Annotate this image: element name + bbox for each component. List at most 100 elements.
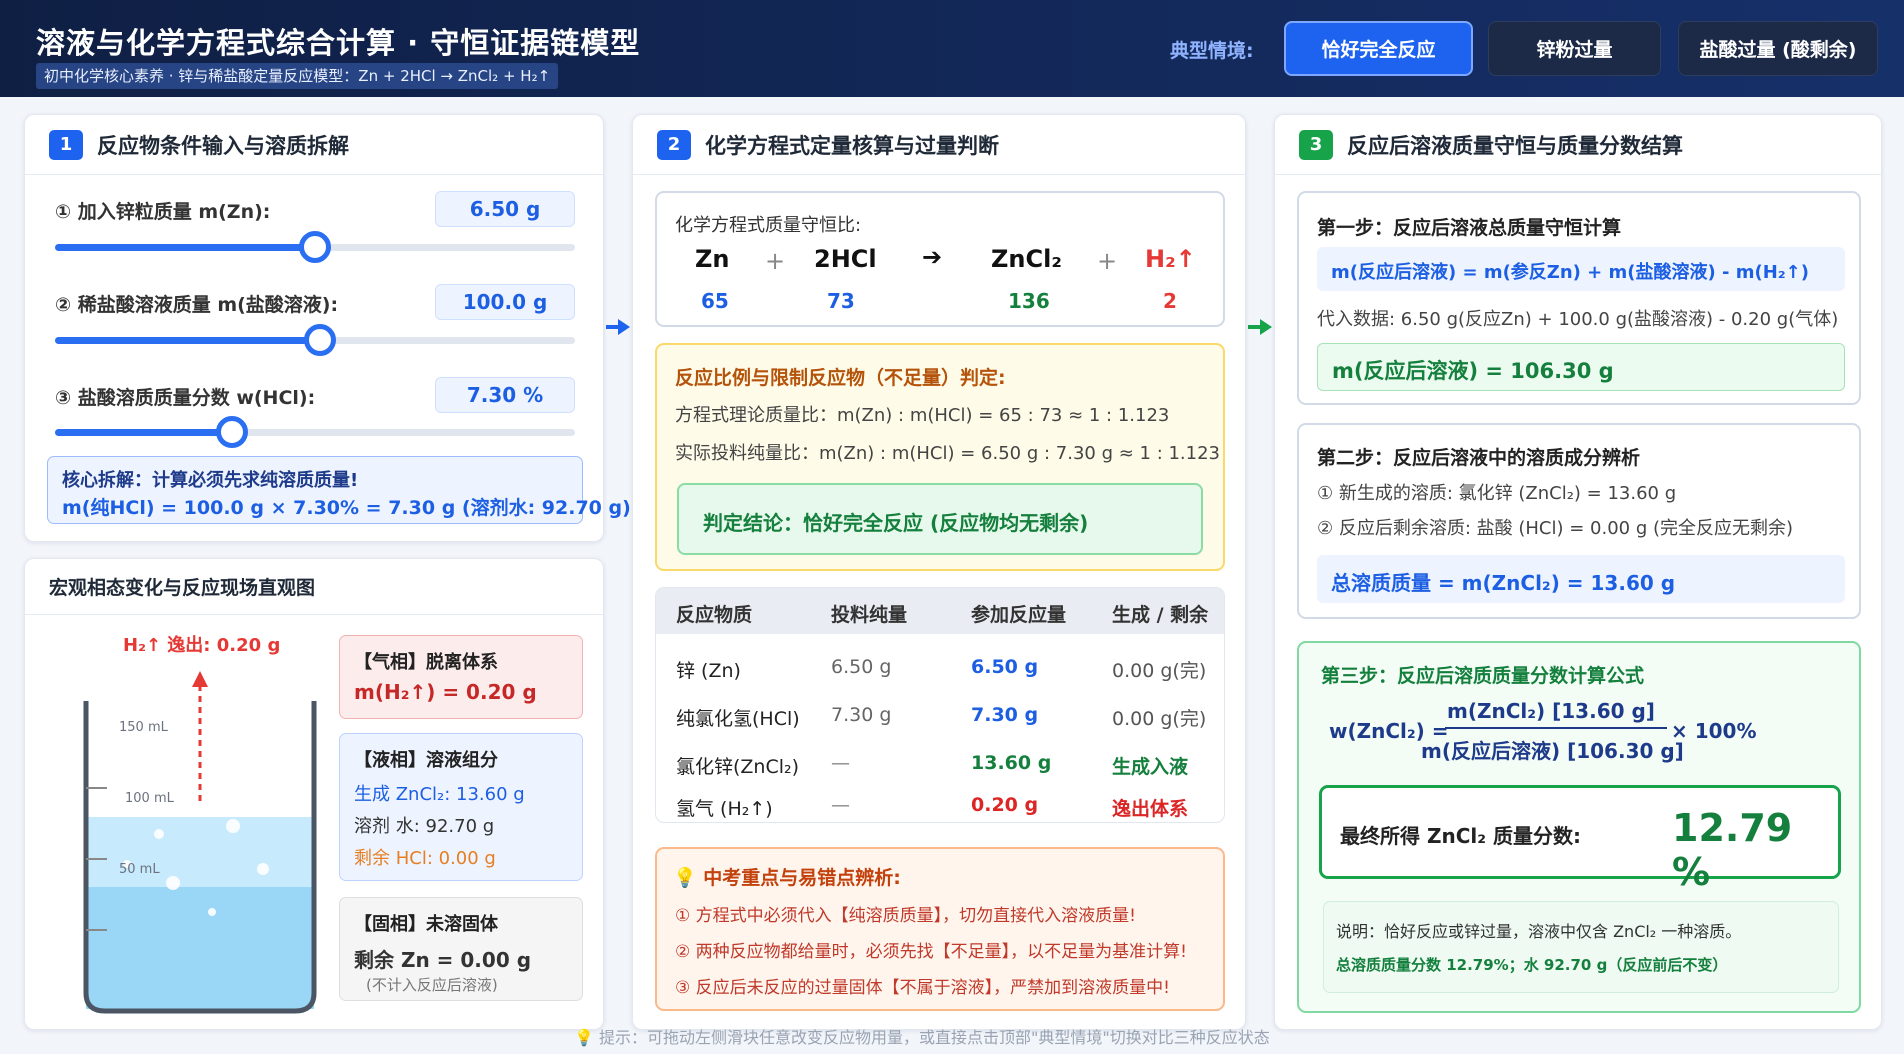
table-header: 反应物质 投料纯量 参加反应量 生成 / 剩余 <box>656 588 1224 634</box>
table-row: 氢气 (H₂↑) — 0.20 g 逸出体系 <box>656 784 1224 822</box>
solid-phase-title: 【固相】未溶固体 <box>354 914 498 935</box>
hcl-fraction-slider[interactable] <box>55 416 575 448</box>
table-cell: 0.00 g(完) <box>1112 708 1207 730</box>
panel-result: 3 反应后溶液质量守恒与质量分数结算 第一步：反应后溶液总质量守恒计算 m(反应… <box>1274 114 1882 1030</box>
scenario-exact-button[interactable]: 恰好完全反应 <box>1284 21 1473 76</box>
hcl-fraction-fill <box>55 429 232 436</box>
table-cell: 氢气 (H₂↑) <box>676 798 773 820</box>
table-row: 锌 (Zn) 6.50 g 6.50 g 0.00 g(完) <box>656 646 1224 690</box>
table-cell: — <box>831 794 850 816</box>
fraction-bar <box>1445 727 1667 729</box>
step3-box: 第三步：反应后溶质质量分数计算公式 w(ZnCl₂) = m(ZnCl₂) [1… <box>1297 641 1861 1013</box>
reaction-table: 反应物质 投料纯量 参加反应量 生成 / 剩余 锌 (Zn) 6.50 g 6.… <box>655 587 1225 823</box>
step1-formula-box: m(反应后溶液) = m(参反Zn) + m(盐酸溶液) - m(H₂↑) <box>1317 247 1845 291</box>
core-breakdown-formula: m(纯HCl) = 100.0 g × 7.30% = 7.30 g (溶剂水:… <box>62 497 631 519</box>
explanation-box: 说明：恰好反应或锌过量，溶液中仅含 ZnCl₂ 一种溶质。 总溶质质量分数 12… <box>1323 901 1839 993</box>
hcl-solution-label: ② 稀盐酸溶液质量 m(盐酸溶液): <box>55 294 339 316</box>
gas-phase-value: m(H₂↑) = 0.20 g <box>354 680 537 704</box>
core-breakdown-box: 核心拆解：计算必须先求纯溶质质量! m(纯HCl) = 100.0 g × 7.… <box>47 456 631 524</box>
tips-title: 中考重点与易错点辨析: <box>703 867 901 889</box>
tip-item: ① 方程式中必须代入【纯溶质质量】，切勿直接代入溶液质量! <box>675 906 1136 926</box>
col-header: 参加反应量 <box>971 604 1067 626</box>
eq-h2: H₂↑ <box>1145 245 1196 273</box>
step2-total: 总溶质质量 = m(ZnCl₂) = 13.60 g <box>1331 571 1676 595</box>
scenario-label: 典型情境: <box>1170 40 1254 62</box>
final-result-box: 最终所得 ZnCl₂ 质量分数: 12.79 % <box>1319 785 1841 894</box>
step2-remaining-solute: ② 反应后剩余溶质: 盐酸 (HCl) = 0.00 g (完全反应无剩余) <box>1317 518 1794 539</box>
core-breakdown-title: 核心拆解：计算必须先求纯溶质质量! <box>62 470 359 491</box>
panel-title: 化学方程式定量核算与过量判断 <box>705 133 999 158</box>
col-header: 生成 / 剩余 <box>1112 604 1209 626</box>
zn-mass-fill <box>55 244 315 251</box>
final-result-value: 12.79 % <box>1672 806 1793 894</box>
liquid-zncl2: 生成 ZnCl₂: 13.60 g <box>354 784 525 805</box>
liquid-water: 溶剂 水: 92.70 g <box>354 816 495 837</box>
ratio-label: 化学方程式质量守恒比: <box>675 215 862 236</box>
zn-mass-slider[interactable] <box>55 231 575 263</box>
eq-zncl2-mass: 136 <box>1008 289 1050 313</box>
solid-phase-value: 剩余 Zn = 0.00 g <box>354 948 532 972</box>
liquid-phase-box: 【液相】溶液组分 生成 ZnCl₂: 13.60 g 溶剂 水: 92.70 g… <box>339 733 583 881</box>
panel-equation: 2 化学方程式定量核算与过量判断 化学方程式质量守恒比: Zn + 2HCl ➔… <box>632 114 1246 1030</box>
judge-title: 反应比例与限制反应物（不足量）判定: <box>675 367 1006 389</box>
equation-box: 化学方程式质量守恒比: Zn + 2HCl ➔ ZnCl₂ + H₂↑ 65 7… <box>655 191 1225 327</box>
formula-denominator: m(反应后溶液) [106.30 g] <box>1421 739 1684 763</box>
step-number: 3 <box>1299 129 1333 160</box>
final-result-label: 最终所得 ZnCl₂ 质量分数: <box>1340 824 1581 848</box>
eq-zn-mass: 65 <box>701 289 729 313</box>
eq-plus: + <box>765 247 786 275</box>
step-number: 2 <box>657 129 691 160</box>
step1-substitution: 代入数据: 6.50 g(反应Zn) + 100.0 g(盐酸溶液) - 0.2… <box>1317 309 1839 330</box>
panel-equation-header: 2 化学方程式定量核算与过量判断 <box>633 115 1245 175</box>
mark-150: 150 mL <box>119 720 168 735</box>
scenario-zinc-excess-button[interactable]: 锌粉过量 <box>1488 21 1661 76</box>
table-cell: 6.50 g <box>831 656 892 678</box>
step-number: 1 <box>49 129 83 160</box>
hcl-solution-fill <box>55 337 321 344</box>
table-cell: 0.00 g(完) <box>1112 660 1207 682</box>
panel-title: 反应物条件输入与溶质拆解 <box>97 133 349 158</box>
hcl-solution-slider[interactable] <box>55 324 575 356</box>
zn-mass-value[interactable]: 6.50 g <box>435 191 575 227</box>
actual-ratio: 实际投料纯量比：m(Zn) : m(HCl) = 6.50 g : 7.30 g… <box>675 443 1221 464</box>
tip-item: ③ 反应后未反应的过量固体【不属于溶液】，严禁加到溶液质量中! <box>675 978 1170 998</box>
eq-zncl2: ZnCl₂ <box>991 245 1062 273</box>
zn-mass-knob[interactable] <box>299 231 331 263</box>
panel-macro: 宏观相态变化与反应现场直观图 H₂↑ 逸出: 0.20 g 150 mL 100… <box>24 558 604 1030</box>
table-cell: 7.30 g <box>831 704 892 726</box>
table-cell: 0.20 g <box>971 794 1039 816</box>
table-cell: 6.50 g <box>971 656 1039 678</box>
table-cell: 生成入液 <box>1112 756 1189 778</box>
scenario-acid-excess-button[interactable]: 盐酸过量 (酸剩余) <box>1678 21 1878 76</box>
footer-hint: 💡 提示：可拖动左侧滑块任意改变反应物用量，或直接点击顶部"典型情境"切换对比三… <box>574 1028 1270 1047</box>
table-cell: 逸出体系 <box>1112 798 1189 820</box>
step1-box: 第一步：反应后溶液总质量守恒计算 m(反应后溶液) = m(参反Zn) + m(… <box>1297 191 1861 405</box>
eq-h2-mass: 2 <box>1163 289 1177 313</box>
formula-numerator: m(ZnCl₂) [13.60 g] <box>1447 699 1655 723</box>
hcl-solution-knob[interactable] <box>304 324 337 356</box>
solid-phase-box: 【固相】未溶固体 剩余 Zn = 0.00 g (不计入反应后溶液) <box>339 897 583 1001</box>
arrow-right-icon <box>606 319 630 335</box>
conclusion-text: 判定结论：恰好完全反应 (反应物均无剩余) <box>703 511 1089 535</box>
hcl-solution-value[interactable]: 100.0 g <box>435 284 575 320</box>
macro-title: 宏观相态变化与反应现场直观图 <box>49 577 316 599</box>
top-bar: 溶液与化学方程式综合计算 · 守恒证据链模型 初中化学核心素养 · 锌与稀盐酸定… <box>0 0 1904 97</box>
hcl-fraction-knob[interactable] <box>215 416 248 448</box>
page-subtitle: 初中化学核心素养 · 锌与稀盐酸定量反应模型：Zn + 2HCl → ZnCl₂… <box>36 63 559 89</box>
table-row: 氯化锌(ZnCl₂) — 13.60 g 生成入液 <box>656 742 1224 786</box>
eq-plus: + <box>1097 247 1118 275</box>
eq-hcl: 2HCl <box>814 245 877 273</box>
h2-escape-label: H₂↑ 逸出: 0.20 g <box>123 635 281 656</box>
table-cell: — <box>831 752 850 774</box>
tips-header: 💡 中考重点与易错点辨析: <box>673 863 901 890</box>
eq-zn: Zn <box>695 245 730 273</box>
tips-box: 💡 中考重点与易错点辨析: ① 方程式中必须代入【纯溶质质量】，切勿直接代入溶液… <box>655 847 1225 1011</box>
step3-title: 第三步：反应后溶质质量分数计算公式 <box>1321 665 1645 687</box>
liquid-phase-title: 【液相】溶液组分 <box>354 750 498 771</box>
table-cell: 7.30 g <box>971 704 1039 726</box>
eq-hcl-mass: 73 <box>827 289 855 313</box>
panel-macro-header: 宏观相态变化与反应现场直观图 <box>25 559 603 615</box>
hcl-fraction-value[interactable]: 7.30 % <box>435 377 575 413</box>
panel-title: 反应后溶液质量守恒与质量分数结算 <box>1347 133 1683 158</box>
step2-box: 第二步：反应后溶液中的溶质成分辨析 ① 新生成的溶质: 氯化锌 (ZnCl₂) … <box>1297 423 1861 619</box>
